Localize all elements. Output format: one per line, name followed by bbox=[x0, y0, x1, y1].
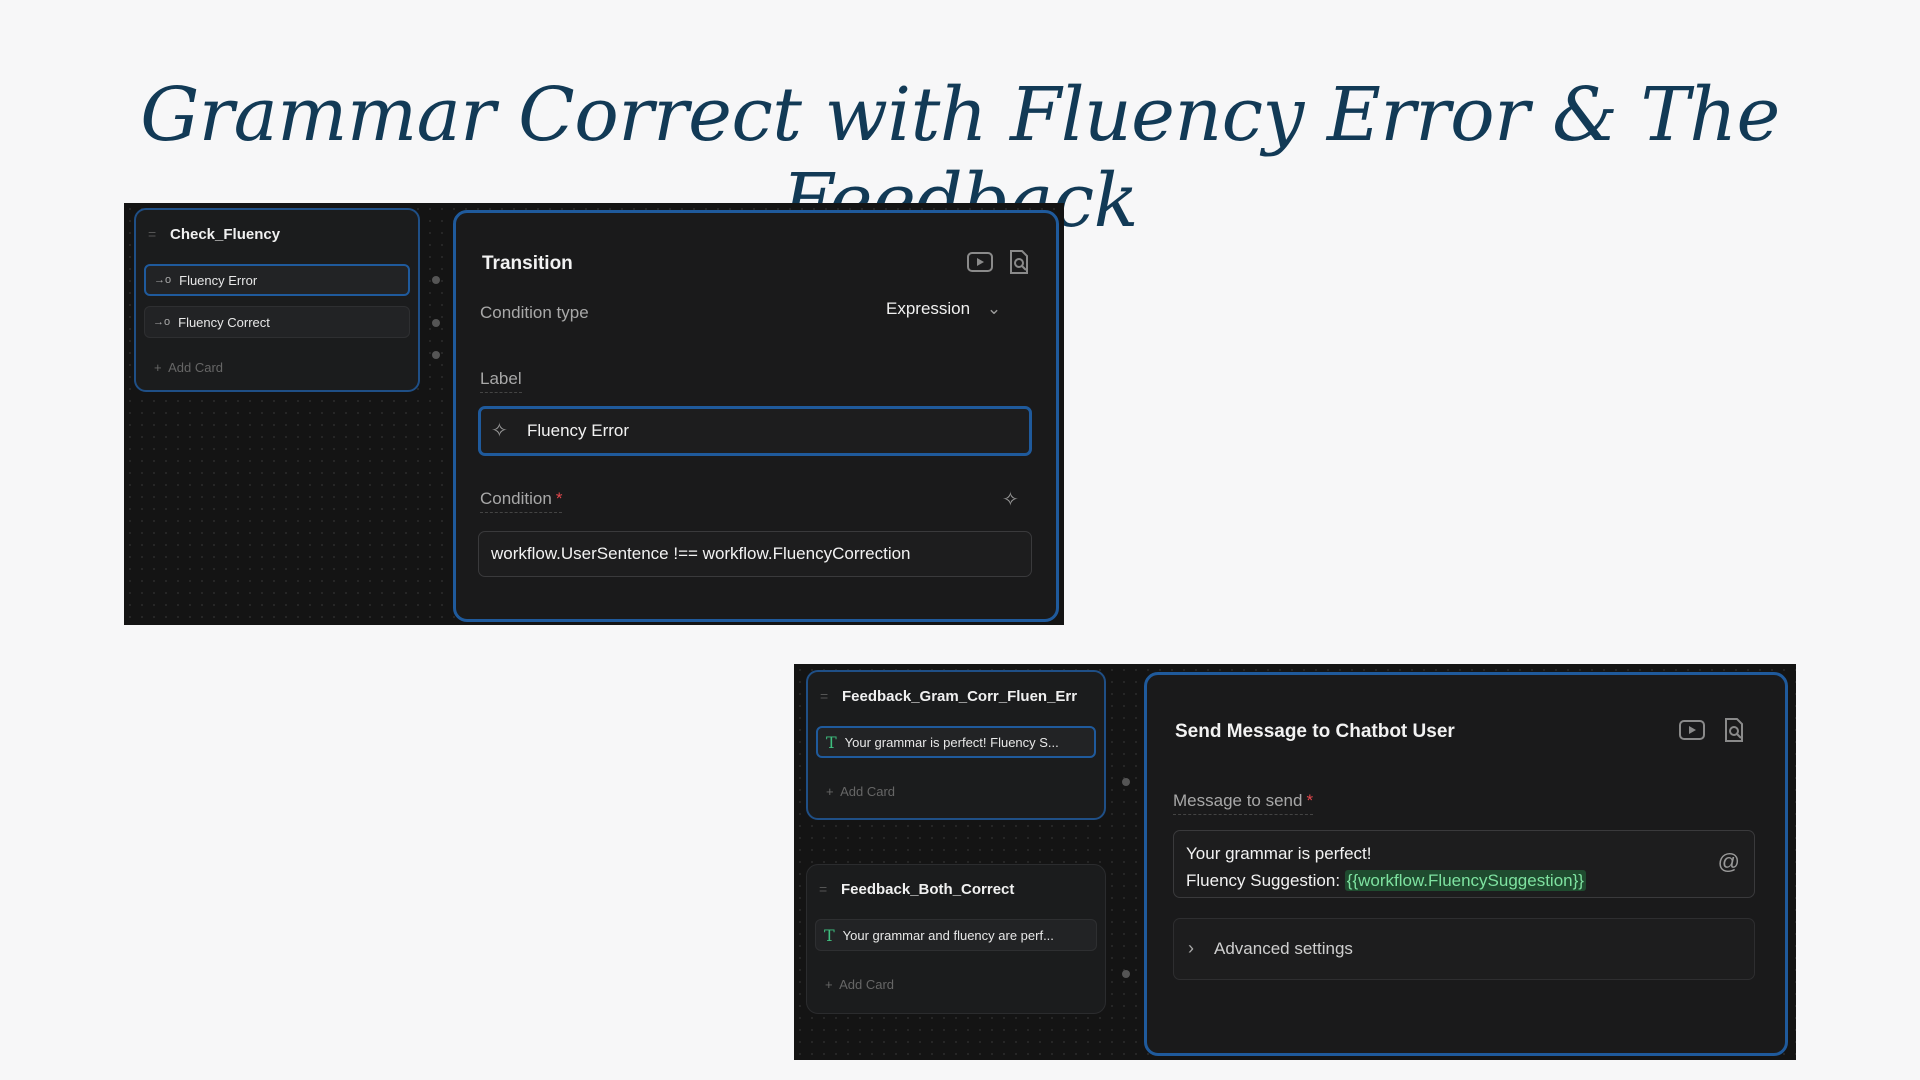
text-card-icon: T bbox=[824, 925, 835, 945]
condition-type-label: Condition type bbox=[480, 303, 589, 322]
card-message[interactable]: T Your grammar and fluency are perf... bbox=[815, 919, 1097, 951]
message-input[interactable]: Your grammar is perfect! Fluency Suggest… bbox=[1173, 830, 1755, 898]
label-label: Label bbox=[480, 369, 522, 393]
condition-input[interactable]: workflow.UserSentence !== workflow.Fluen… bbox=[478, 531, 1032, 577]
screenshot-transition: = Check_Fluency →o Fluency Error →o Flue… bbox=[124, 203, 1064, 625]
node-title: Feedback_Gram_Corr_Fluen_Err bbox=[842, 688, 1078, 705]
card-fluency-correct[interactable]: →o Fluency Correct bbox=[144, 306, 410, 338]
at-mention-icon[interactable]: @ bbox=[1718, 849, 1740, 875]
card-label: Your grammar and fluency are perf... bbox=[842, 927, 1054, 943]
chevron-down-icon: ⌄ bbox=[986, 299, 1002, 318]
sparkle-icon[interactable]: ✧ bbox=[491, 418, 508, 443]
port[interactable] bbox=[1122, 778, 1130, 786]
add-card-button[interactable]: + Add Card bbox=[154, 360, 223, 375]
drag-handle-icon[interactable]: = bbox=[148, 226, 156, 242]
text-card-icon: T bbox=[826, 732, 837, 752]
panel-title: Transition bbox=[482, 253, 573, 274]
port[interactable] bbox=[1122, 970, 1130, 978]
plus-icon: + bbox=[826, 784, 834, 799]
condition-type-select[interactable]: Expression ⌄ bbox=[886, 299, 1001, 319]
add-card-button[interactable]: + Add Card bbox=[825, 977, 894, 992]
inspect-icon[interactable] bbox=[1008, 249, 1030, 280]
play-icon[interactable] bbox=[1679, 719, 1705, 746]
card-message[interactable]: T Your grammar is perfect! Fluency S... bbox=[816, 726, 1096, 758]
node-feedback-both-correct[interactable]: = Feedback_Both_Correct T Your grammar a… bbox=[806, 864, 1106, 1014]
variable-token[interactable]: {{workflow.FluencySuggestion}} bbox=[1344, 870, 1586, 891]
card-label: Fluency Error bbox=[179, 272, 258, 288]
label-value: Fluency Error bbox=[527, 421, 630, 440]
port[interactable] bbox=[432, 276, 440, 284]
node-check-fluency[interactable]: = Check_Fluency →o Fluency Error →o Flue… bbox=[134, 208, 420, 392]
message-line1: Your grammar is perfect! bbox=[1186, 844, 1372, 863]
transition-icon: →o bbox=[153, 316, 171, 328]
plus-icon: + bbox=[825, 977, 833, 992]
panel-title: Send Message to Chatbot User bbox=[1175, 721, 1455, 742]
message-line2: Fluency Suggestion: {{workflow.FluencySu… bbox=[1186, 870, 1586, 891]
drag-handle-icon[interactable]: = bbox=[819, 881, 827, 897]
add-card-button[interactable]: + Add Card bbox=[826, 784, 895, 799]
plus-icon: + bbox=[154, 360, 162, 375]
node-feedback-gram-corr-fluen-err[interactable]: = Feedback_Gram_Corr_Fluen_Err T Your gr… bbox=[806, 670, 1106, 820]
screenshot-send-message: = Feedback_Gram_Corr_Fluen_Err T Your gr… bbox=[794, 664, 1796, 1060]
advanced-settings-toggle[interactable]: › Advanced settings bbox=[1173, 918, 1755, 980]
chevron-right-icon: › bbox=[1188, 938, 1194, 958]
drag-handle-icon[interactable]: = bbox=[820, 688, 828, 704]
card-label: Your grammar is perfect! Fluency S... bbox=[844, 734, 1059, 750]
node-title: Check_Fluency bbox=[170, 226, 281, 243]
card-label: Fluency Correct bbox=[178, 314, 270, 330]
condition-label: Condition * bbox=[480, 489, 563, 513]
card-fluency-error[interactable]: →o Fluency Error bbox=[144, 264, 410, 296]
play-icon[interactable] bbox=[967, 251, 993, 278]
transition-panel: Transition Condition type Expression ⌄ L… bbox=[453, 210, 1059, 622]
send-message-panel: Send Message to Chatbot User Message to … bbox=[1144, 672, 1788, 1056]
port[interactable] bbox=[432, 319, 440, 327]
sparkle-icon[interactable]: ✧ bbox=[1002, 487, 1019, 512]
node-title: Feedback_Both_Correct bbox=[841, 881, 1015, 898]
advanced-settings-label: Advanced settings bbox=[1214, 939, 1353, 958]
transition-icon: →o bbox=[154, 274, 172, 286]
port[interactable] bbox=[432, 351, 440, 359]
label-input[interactable]: ✧ Fluency Error bbox=[478, 406, 1032, 456]
inspect-icon[interactable] bbox=[1723, 717, 1745, 748]
message-label: Message to send * bbox=[1173, 791, 1314, 815]
condition-value: workflow.UserSentence !== workflow.Fluen… bbox=[491, 544, 911, 563]
